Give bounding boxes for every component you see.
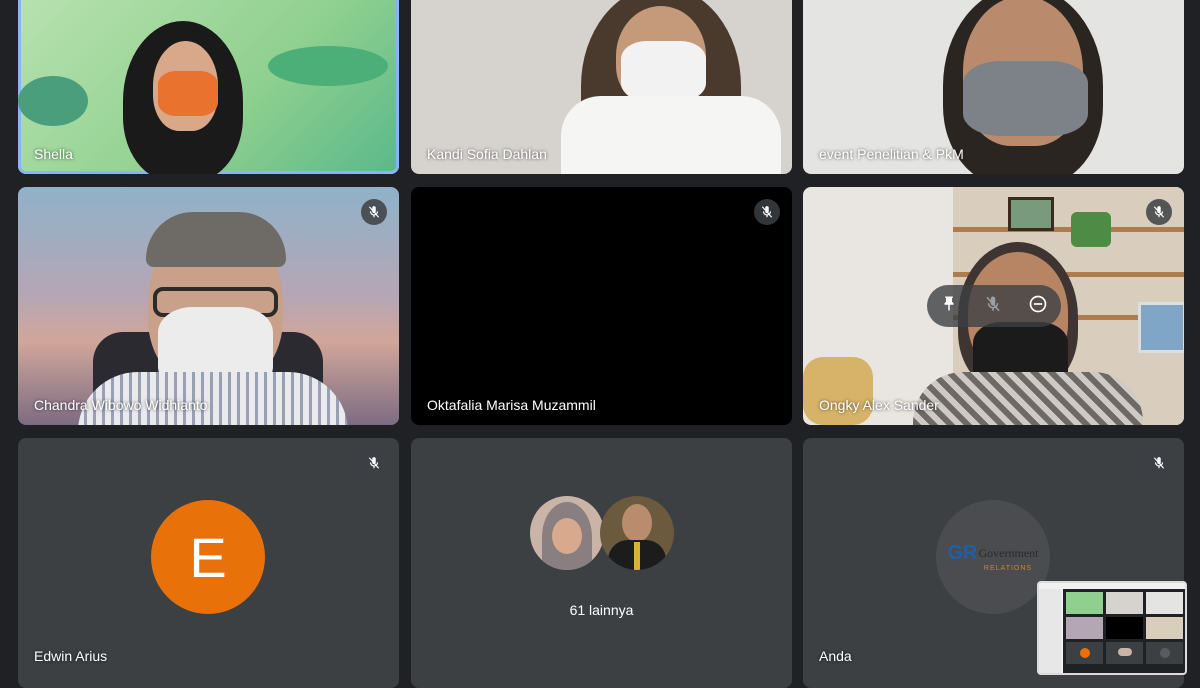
pillow (803, 357, 873, 425)
participant-name: Kandi Sofia Dahlan (427, 146, 547, 162)
shelf-board (953, 227, 1184, 232)
avatar (530, 496, 604, 570)
face-mask (158, 71, 218, 116)
avatar: E (151, 500, 265, 614)
background-fish (18, 76, 88, 126)
gr-logo-avatar: GR Government RELATIONS (936, 500, 1050, 614)
remove-icon[interactable] (1028, 294, 1048, 319)
hair (146, 212, 286, 267)
mic-off-icon (754, 199, 780, 225)
shirt (913, 372, 1143, 425)
mic-off-icon (1146, 199, 1172, 225)
participant-name: Chandra Wibowo Widhianto (34, 397, 208, 413)
logo-sub: RELATIONS (983, 565, 1033, 572)
participant-name: event Penelitian & PkM (819, 146, 964, 162)
plant (1071, 212, 1111, 247)
pin-icon[interactable] (940, 295, 958, 318)
face (552, 518, 582, 554)
participant-name: Oktafalia Marisa Muzammil (427, 397, 596, 413)
participant-tile-ongky[interactable]: Ongky Alex Sander (803, 187, 1184, 425)
face-mask (963, 61, 1088, 136)
avatar (600, 496, 674, 570)
frame (1138, 302, 1184, 353)
screen-share-preview[interactable] (1037, 581, 1187, 675)
participant-name: Shella (34, 146, 73, 162)
participant-tile-oktafalia[interactable]: Oktafalia Marisa Muzammil (411, 187, 792, 425)
participant-tile-event[interactable]: event Penelitian & PkM (803, 0, 1184, 174)
more-participants-tile[interactable]: 61 lainnya (411, 438, 792, 688)
participant-tile-edwin[interactable]: E Edwin Arius (18, 438, 399, 688)
mic-off-icon (361, 199, 387, 225)
mic-off-icon (1146, 450, 1172, 476)
participant-name: Edwin Arius (34, 648, 108, 664)
preview-sidebar (1039, 589, 1061, 673)
face-mask (621, 41, 706, 101)
logo-mark: GR (947, 542, 978, 564)
tie (634, 542, 640, 570)
hover-controls (927, 285, 1061, 327)
shirt (561, 96, 781, 174)
background-fish (268, 46, 388, 86)
participant-tile-chandra[interactable]: Chandra Wibowo Widhianto (18, 187, 399, 425)
participant-name: Anda (819, 648, 852, 664)
mic-off-icon (361, 450, 387, 476)
logo-text: Government (978, 546, 1039, 560)
participant-tile-kandi[interactable]: Kandi Sofia Dahlan (411, 0, 792, 174)
frame (1008, 197, 1054, 231)
more-participants-label: 61 lainnya (569, 602, 634, 618)
avatar-letter: E (189, 525, 227, 589)
participant-tile-shella[interactable]: Shella (18, 0, 399, 174)
mute-participant-icon[interactable] (984, 295, 1002, 318)
face (622, 504, 652, 542)
participant-name: Ongky Alex Sander (819, 397, 939, 413)
preview-meeting (1063, 589, 1185, 673)
